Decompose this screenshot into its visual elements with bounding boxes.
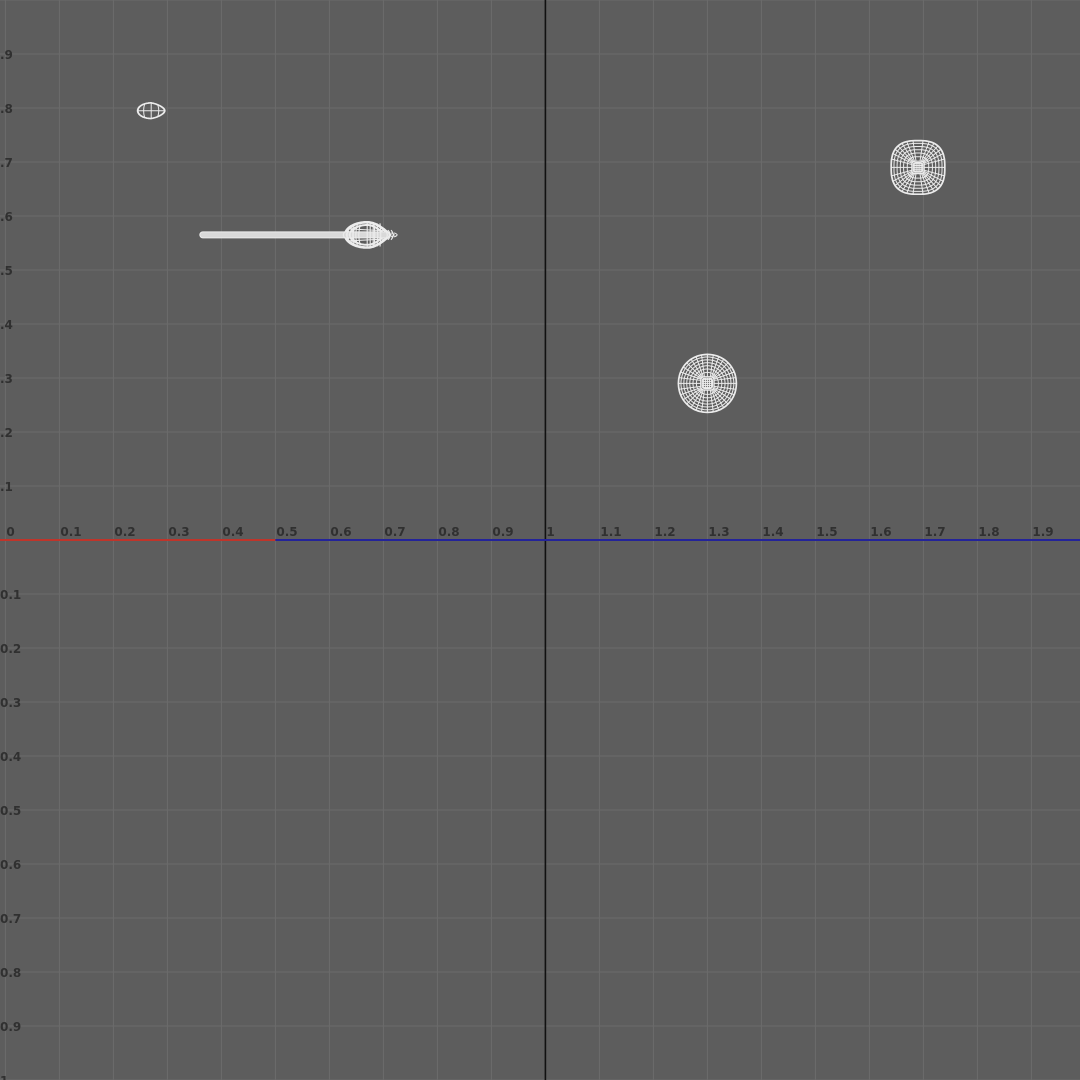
uv-editor-viewport[interactable]: 0 0.1 0.2 0.3 0.4 0.5 0.6 0.7 0.8 0.9 1 1.1 1.2 1.3 1.… xyxy=(0,0,1080,1080)
u-tick-label: 1.4 xyxy=(762,525,783,539)
leaf-stem xyxy=(199,231,390,239)
u-tick-label: 1.9 xyxy=(1032,525,1053,539)
v-tick-label: .3 xyxy=(0,372,13,386)
v-tick-label: 0.8 xyxy=(0,966,21,980)
u-tick-label: 1.8 xyxy=(978,525,999,539)
u-tick-label: 1 xyxy=(546,525,554,539)
u-tick-label: 0.4 xyxy=(222,525,243,539)
v-tick-label: .7 xyxy=(0,156,13,170)
u-tick-label: 1.1 xyxy=(600,525,621,539)
u-tick-label: 0.7 xyxy=(384,525,405,539)
v-tick-label: 0.1 xyxy=(0,588,21,602)
u-tick-label: 0.1 xyxy=(60,525,81,539)
u-tick-label: 1.5 xyxy=(816,525,837,539)
u-tick-label: 1.3 xyxy=(708,525,729,539)
v-tick-label: 0.5 xyxy=(0,804,21,818)
u-tick-label: 0 xyxy=(6,525,14,539)
u-tick-label: 0.3 xyxy=(168,525,189,539)
v-tick-label: 0.2 xyxy=(0,642,21,656)
v-tick-label: .5 xyxy=(0,264,13,278)
u-tick-label: 0.5 xyxy=(276,525,297,539)
v-tick-label: 0.6 xyxy=(0,858,21,872)
v-tick-label: 1 xyxy=(0,1074,8,1080)
u-tick-label: 0.9 xyxy=(492,525,513,539)
u-tick-label: 1.2 xyxy=(654,525,675,539)
v-tick-label: .6 xyxy=(0,210,13,224)
v-tick-label: .1 xyxy=(0,480,13,494)
radial-disc-shell-lower[interactable] xyxy=(677,353,738,414)
u-tick-label: 0.8 xyxy=(438,525,459,539)
v-tick-label: 0.7 xyxy=(0,912,21,926)
v-tick-label: 0.3 xyxy=(0,696,21,710)
u-tick-label: 0.6 xyxy=(330,525,351,539)
v-tick-label: 0.9 xyxy=(0,1020,21,1034)
u-tick-label: 1.6 xyxy=(870,525,891,539)
v-tick-label: 0.4 xyxy=(0,750,21,764)
v-tick-label: .8 xyxy=(0,102,13,116)
v-tick-label: .4 xyxy=(0,318,13,332)
u-tick-label: 1.7 xyxy=(924,525,945,539)
u-tick-label: 0.2 xyxy=(114,525,135,539)
v-tick-label: .2 xyxy=(0,426,13,440)
v-tick-label: .9 xyxy=(0,48,13,62)
